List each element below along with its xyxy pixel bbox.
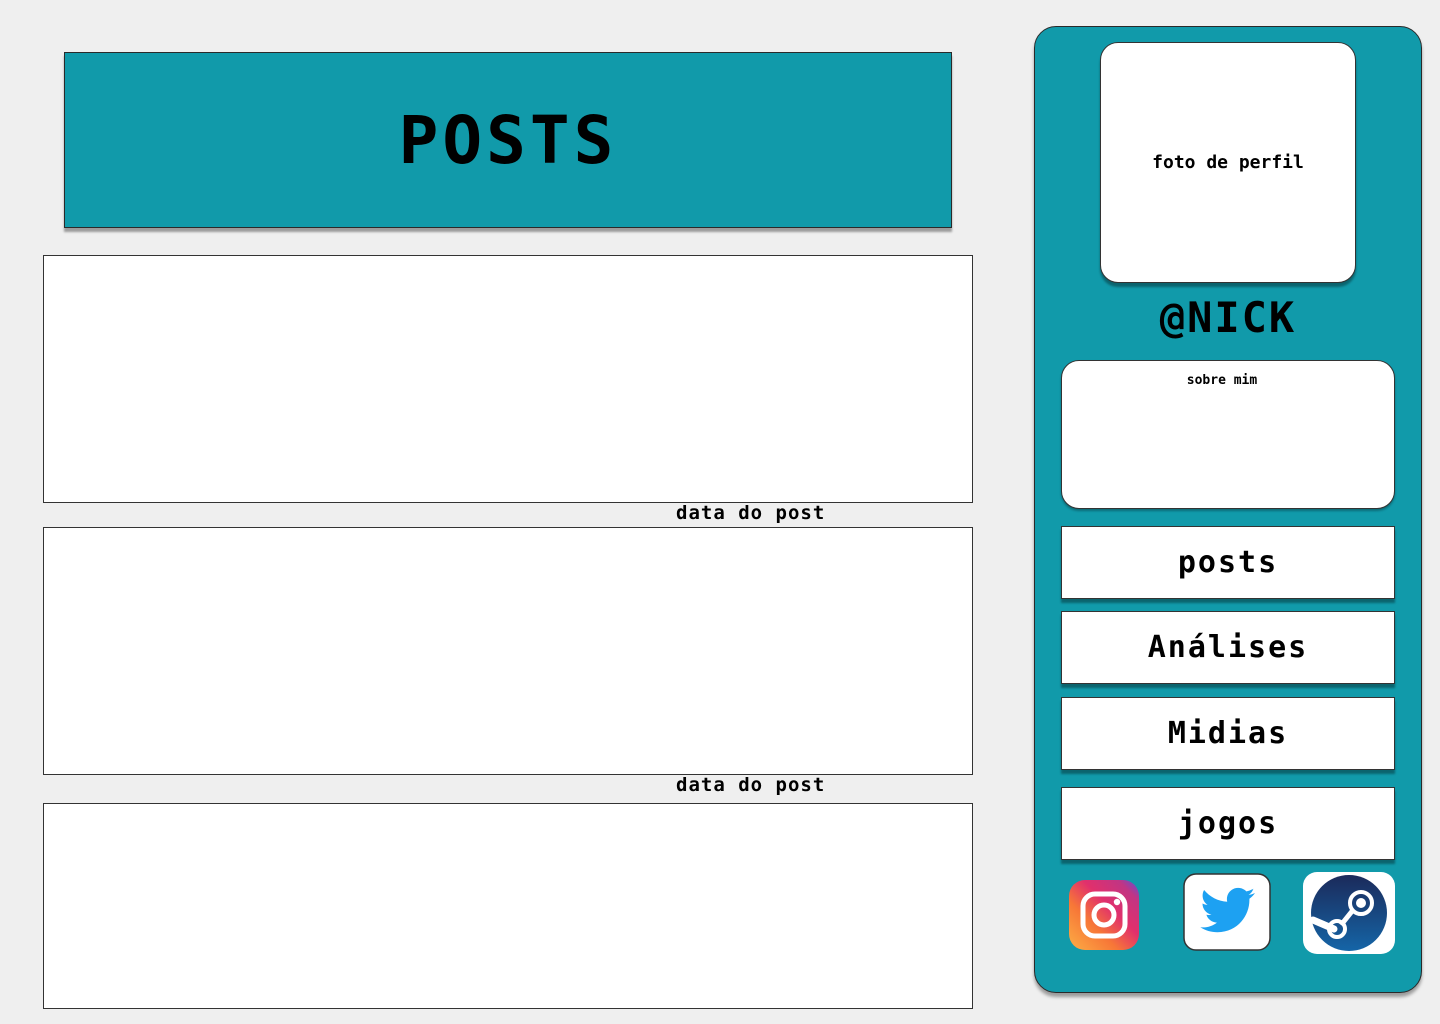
about-me-title: sobre mim	[1186, 373, 1258, 388]
instagram-icon[interactable]	[1069, 880, 1139, 950]
about-me-box: sobre mim	[1061, 360, 1395, 509]
steam-icon[interactable]	[1303, 872, 1395, 954]
nav-posts-label: posts	[1177, 545, 1279, 580]
page: POSTS data do post data do post foto de …	[0, 0, 1440, 1024]
post-card[interactable]	[43, 803, 973, 1009]
nav-jogos-button[interactable]: jogos	[1061, 787, 1395, 860]
nav-midias-button[interactable]: Midias	[1061, 697, 1395, 770]
nav-analises-button[interactable]: Análises	[1061, 611, 1395, 684]
page-header: POSTS	[64, 52, 952, 228]
post-date: data do post	[676, 774, 826, 796]
profile-sidebar: foto de perfil @NICK sobre mim posts Aná…	[1034, 26, 1422, 993]
page-title: POSTS	[398, 101, 618, 179]
post-date: data do post	[676, 502, 826, 524]
twitter-icon[interactable]	[1183, 873, 1273, 953]
profile-photo[interactable]: foto de perfil	[1100, 42, 1356, 283]
post-card[interactable]	[43, 527, 973, 775]
nav-midias-label: Midias	[1167, 716, 1289, 751]
profile-photo-label: foto de perfil	[1152, 152, 1304, 173]
nav-analises-label: Análises	[1147, 630, 1309, 665]
post-card[interactable]	[43, 255, 973, 503]
nav-jogos-label: jogos	[1177, 806, 1279, 841]
profile-nick: @NICK	[1159, 293, 1297, 342]
nav-posts-button[interactable]: posts	[1061, 526, 1395, 599]
